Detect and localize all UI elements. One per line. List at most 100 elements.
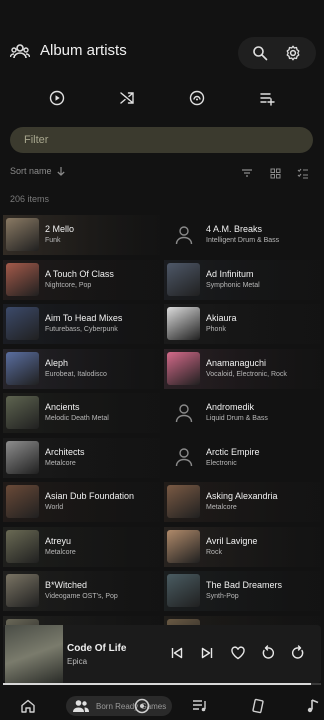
forward-icon (292, 645, 304, 659)
artist-genre: Metalcore (45, 548, 76, 556)
artist-card[interactable]: Akiaura Phonk (164, 304, 321, 344)
artist-name: Anamanaguchi (206, 357, 267, 368)
artist-card[interactable]: Asking Alexandria Metalcore (164, 482, 321, 522)
artist-card[interactable]: Architects Metalcore (3, 437, 160, 478)
gear-icon (286, 45, 300, 61)
artist-thumbnail (6, 307, 39, 340)
artist-name: A Touch Of Class (45, 268, 114, 279)
next-button[interactable] (197, 643, 217, 663)
artist-name: Asking Alexandria (206, 491, 278, 501)
previous-button[interactable] (167, 643, 187, 663)
artist-thumbnail (6, 529, 39, 563)
playlist-add-icon (260, 93, 275, 106)
artist-genre: Futurebass, Cyberpunk (45, 326, 118, 333)
artist-card[interactable]: Andromedik Liquid Drum & Bass (164, 393, 321, 433)
artist-card[interactable]: Aleph Eurobeat, Italodisco (3, 348, 160, 389)
favorite-button[interactable] (228, 643, 248, 663)
shuffle-button[interactable] (115, 86, 139, 110)
search-button[interactable] (250, 43, 270, 63)
artist-card[interactable]: Anamanaguchi Vocaloid, Electronic, Rock (164, 348, 321, 389)
sort-label: Sort name (10, 166, 52, 176)
rewind-button[interactable] (258, 643, 278, 663)
skip-next-icon (201, 647, 213, 659)
nav-home[interactable] (20, 696, 36, 716)
bottom-nav: Born Ready Games (0, 690, 324, 720)
shuffle-icon (120, 92, 134, 104)
artist-thumbnail (6, 218, 39, 251)
play-all-button[interactable] (45, 86, 69, 110)
artist-card[interactable]: 2 Mello Funk (3, 215, 160, 255)
artist-name: The Bad Dreamers (206, 580, 283, 590)
artist-card[interactable]: B*Witched Videogame OST's, Pop (3, 571, 160, 611)
artist-card[interactable]: Asian Dub Foundation World (3, 482, 160, 522)
artist-genre: Eurobeat, Italodisco (45, 370, 107, 378)
track-title: Code Of Life (67, 643, 127, 654)
artist-thumbnail (6, 262, 39, 296)
artist-thumbnail (6, 351, 39, 385)
artist-name: 4 A.M. Breaks (206, 224, 263, 234)
artist-card[interactable]: 4 A.M. Breaks Intelligent Drum & Bass (164, 215, 321, 255)
artist-thumbnail (6, 485, 39, 518)
artist-name: Akiaura (206, 313, 237, 323)
item-count: 206 items (10, 194, 50, 204)
nav-artists[interactable]: Born Ready Games (66, 696, 173, 716)
page-title: Album artists (40, 42, 127, 59)
artist-genre: Intelligent Drum & Bass (206, 237, 280, 244)
sort-button[interactable]: Sort name (10, 166, 66, 176)
sort-row: Sort name (0, 166, 324, 180)
album-art[interactable] (5, 625, 63, 683)
nav-now-playing[interactable] (306, 696, 320, 716)
person-icon (167, 218, 200, 251)
action-row (0, 86, 324, 110)
radio-button[interactable] (185, 86, 209, 110)
artist-genre: Rock (206, 548, 222, 556)
filter-field[interactable] (10, 127, 313, 153)
artist-genre: Synth-Pop (206, 593, 239, 600)
album-artists-icon (10, 42, 30, 60)
artist-genre: Metalcore (45, 459, 76, 467)
artist-name: Andromedik (206, 402, 255, 412)
artist-genre: Vocaloid, Electronic, Rock (206, 370, 287, 378)
artist-card[interactable]: Ad Infinitum Symphonic Metal (164, 259, 321, 300)
artist-card[interactable]: Aim To Head Mixes Futurebass, Cyberpunk (3, 304, 160, 344)
artist-name: Asian Dub Foundation (45, 491, 135, 501)
artist-card[interactable]: The Bad Dreamers Synth-Pop (164, 571, 321, 611)
artist-card[interactable]: Arctic Empire Electronic (164, 437, 321, 478)
artist-card[interactable]: Atreyu Metalcore (3, 526, 160, 567)
filter-input[interactable] (10, 127, 313, 153)
artist-card[interactable]: A Touch Of Class Nightcore, Pop (3, 259, 160, 300)
settings-button[interactable] (283, 43, 303, 63)
nav-discover[interactable] (134, 696, 150, 716)
add-to-playlist-button[interactable] (255, 86, 279, 110)
artist-genre: Phonk (206, 326, 226, 333)
mini-player[interactable]: Code Of Life Epica (3, 625, 321, 683)
artist-genre: Nightcore, Pop (45, 281, 92, 289)
nav-library[interactable] (250, 696, 266, 716)
artist-name: Atreyu (45, 535, 72, 546)
grid-icon (270, 168, 280, 178)
artist-genre: Melodic Death Metal (45, 415, 109, 422)
forward-button[interactable] (288, 643, 308, 663)
person-icon (167, 441, 200, 474)
playback-progress[interactable] (3, 683, 321, 685)
artist-name: Aleph (45, 357, 69, 368)
radio-icon (189, 90, 205, 106)
artist-card[interactable]: Avril Lavigne Rock (164, 526, 321, 567)
music-note-icon (307, 699, 319, 713)
artist-thumbnail (167, 574, 200, 607)
artist-thumbnail (167, 262, 200, 296)
artists-icon (73, 700, 89, 712)
artist-name: Architects (45, 446, 85, 457)
artist-genre: Videogame OST's, Pop (45, 593, 118, 600)
artist-card[interactable]: Ancients Melodic Death Metal (3, 393, 160, 433)
artist-thumbnail (167, 485, 200, 518)
filter-options-button[interactable] (240, 166, 254, 180)
header-actions (238, 37, 316, 69)
nav-artists-label: Born Ready Games (96, 701, 167, 711)
person-icon (167, 396, 200, 429)
select-mode-button[interactable] (296, 166, 310, 180)
nav-queue[interactable] (192, 696, 208, 716)
heart-icon (231, 646, 245, 660)
artist-thumbnail (6, 396, 39, 429)
grid-view-button[interactable] (268, 166, 282, 180)
